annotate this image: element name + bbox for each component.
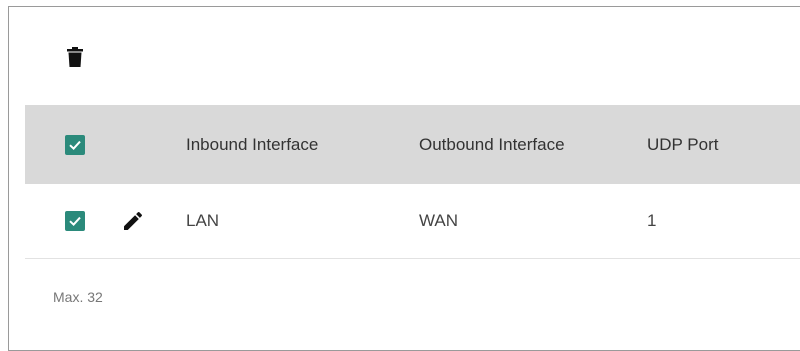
header-checkbox-cell [65, 105, 89, 184]
max-entries-label: Max. 32 [53, 289, 103, 305]
trash-icon [67, 47, 83, 67]
select-all-checkbox[interactable] [65, 134, 85, 155]
cell-outbound: WAN [419, 211, 459, 230]
edit-button[interactable] [121, 184, 149, 258]
table-row: LAN WAN 1 [25, 184, 800, 259]
checkmark-icon [69, 216, 81, 227]
cell-inbound: LAN [186, 211, 220, 230]
toolbar [9, 37, 800, 77]
row-checkbox-cell [65, 184, 89, 258]
interface-table: Inbound Interface Outbound Interface UDP… [25, 105, 800, 259]
delete-button[interactable] [61, 43, 89, 71]
column-header-udp-port[interactable]: UDP Port [647, 105, 719, 184]
table-header: Inbound Interface Outbound Interface UDP… [25, 105, 800, 184]
pencil-icon [124, 211, 143, 230]
column-header-outbound[interactable]: Outbound Interface [419, 105, 565, 184]
cell-udp-port: 1 [647, 211, 657, 230]
udp-relay-card: Inbound Interface Outbound Interface UDP… [8, 6, 800, 351]
column-header-inbound[interactable]: Inbound Interface [186, 105, 318, 184]
checkmark-icon [69, 140, 81, 150]
row-checkbox[interactable] [65, 211, 85, 231]
